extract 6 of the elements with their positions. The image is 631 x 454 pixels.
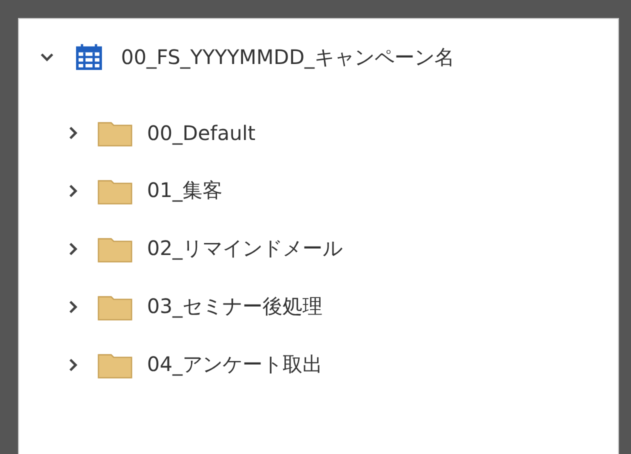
tree-item[interactable]: 00_FS_YYYYMMDD_キャンペーン名 [121, 44, 454, 70]
tree-item[interactable]: 03_セミナー後処理 [147, 293, 322, 320]
tree-item[interactable]: 01_集客 [147, 177, 222, 204]
tree-item[interactable]: 00_Default [147, 120, 256, 144]
tree-item[interactable]: 02_リマインドメール [147, 235, 342, 262]
tree-item[interactable]: 04_アンケート取出 [147, 351, 322, 378]
